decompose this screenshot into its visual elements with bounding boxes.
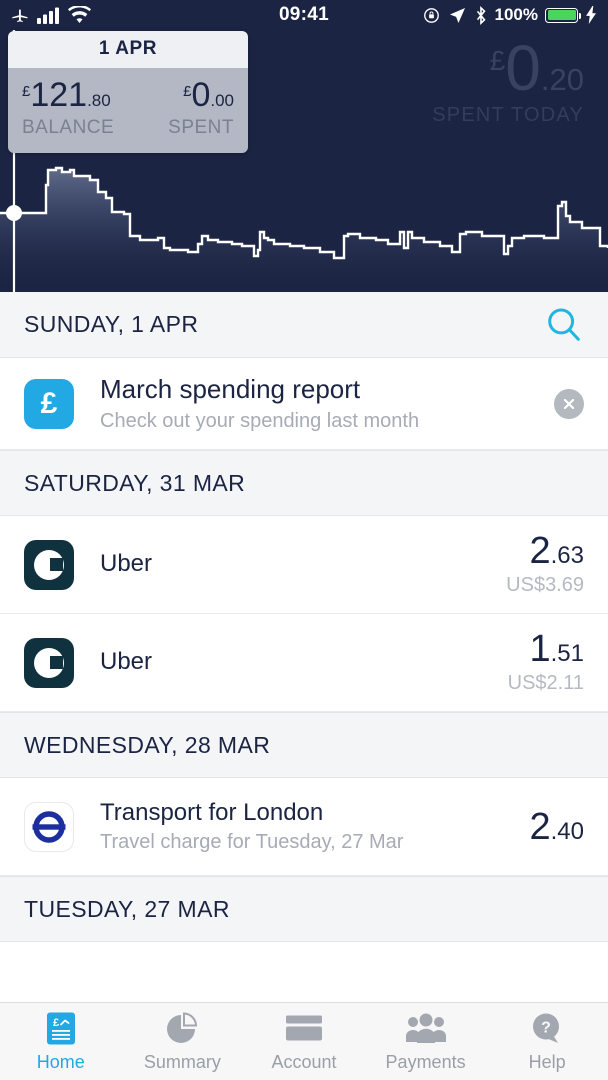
promo-row-march-report[interactable]: £ March spending report Check out your s… [0, 358, 608, 450]
tab-label: Home [36, 1052, 85, 1072]
svg-text:£: £ [53, 1017, 59, 1029]
balance-tooltip-card[interactable]: 1 APR £121.80 BALANCE £0.00 SPENT [8, 31, 248, 153]
transaction-body: Transport for London Travel charge for T… [100, 799, 517, 855]
amount-integer: 2 [529, 805, 551, 848]
tooltip-balance-col: £121.80 BALANCE [22, 78, 128, 139]
amount-foreign-currency: US$2.11 [507, 672, 584, 694]
tooltip-balance-integer: 121 [30, 76, 88, 114]
transaction-amount-block: 1.51 US$2.11 [496, 630, 584, 695]
pie-chart-icon [165, 1010, 199, 1048]
table-row-partial[interactable] [0, 942, 608, 974]
tab-payments[interactable]: Payments [365, 1003, 487, 1080]
tab-summary[interactable]: Summary [122, 1003, 244, 1080]
section-header-tuesday: TUESDAY, 27 MAR [0, 876, 608, 942]
tab-label: Payments [385, 1052, 466, 1072]
pound-badge-icon: £ [24, 378, 74, 429]
close-icon[interactable] [554, 388, 584, 419]
amount-integer: 2 [529, 530, 551, 572]
section-title: SATURDAY, 31 MAR [24, 469, 246, 496]
tab-help[interactable]: ? Help [486, 1003, 608, 1080]
battery-percent-label: 100% [494, 5, 538, 24]
transaction-merchant: Uber [100, 550, 153, 578]
app-screen: 09:41 100% £0.20 SPENT TODAY 1 APR £121.… [0, 0, 608, 1080]
promo-subtitle: Check out your spending last month [100, 409, 420, 432]
promo-title: March spending report [100, 374, 361, 405]
status-bar-right: 100% [422, 5, 598, 25]
search-icon[interactable] [544, 305, 584, 345]
tooltip-balance-decimal: .80 [87, 91, 111, 110]
amount-decimal: .63 [550, 542, 584, 569]
chart-marker-dot[interactable] [6, 205, 22, 221]
transaction-body: Uber [100, 648, 496, 677]
lightning-bolt-icon [585, 6, 598, 24]
svg-text:?: ? [541, 1020, 551, 1037]
tooltip-date: 1 APR [8, 31, 248, 68]
people-icon [405, 1010, 447, 1048]
battery-icon [545, 7, 581, 23]
amount-decimal: .51 [550, 640, 584, 667]
tooltip-spent-col: £0.00 SPENT [128, 78, 234, 139]
transaction-amount: 2.63 [506, 532, 584, 570]
tooltip-spent-decimal: .00 [210, 91, 234, 110]
uber-icon [24, 637, 74, 688]
pound-badge-shape: £ [24, 378, 74, 429]
table-row[interactable]: Uber 1.51 US$2.11 [0, 614, 608, 712]
tab-home[interactable]: £ Home [0, 1003, 122, 1080]
balance-header: 09:41 100% £0.20 SPENT TODAY 1 APR £121.… [0, 0, 608, 292]
table-row[interactable]: Uber 2.63 US$3.69 [0, 516, 608, 614]
tab-label: Summary [143, 1052, 221, 1072]
uber-logo-shape [24, 637, 74, 688]
transaction-amount: 1.51 [508, 630, 584, 668]
tooltip-body: £121.80 BALANCE £0.00 SPENT [8, 68, 248, 153]
home-statement-icon: £ [44, 1010, 78, 1048]
amount-integer: 1 [529, 628, 551, 670]
rotation-lock-icon [422, 6, 441, 25]
tfl-roundel-icon [24, 801, 74, 852]
uber-logo-shape [24, 539, 74, 590]
transaction-amount-block: 2.40 [517, 808, 584, 846]
chart-area-fill [0, 168, 608, 292]
table-row[interactable]: Transport for London Travel charge for T… [0, 778, 608, 876]
transaction-body: Uber [100, 550, 494, 579]
tooltip-balance-label: BALANCE [22, 117, 115, 138]
amount-decimal: .40 [550, 817, 584, 845]
transaction-description: Travel charge for Tuesday, 27 Mar [100, 831, 404, 854]
question-bubble-icon: ? [529, 1010, 565, 1048]
tab-label: Help [528, 1052, 566, 1072]
tfl-roundel-svg [32, 810, 66, 843]
uber-icon [24, 539, 74, 590]
card-icon [285, 1010, 323, 1048]
section-header-wednesday: WEDNESDAY, 28 MAR [0, 712, 608, 778]
transaction-merchant: Uber [100, 648, 153, 676]
section-header-sunday: SUNDAY, 1 APR [0, 292, 608, 358]
tab-account[interactable]: Account [243, 1003, 365, 1080]
status-bar: 09:41 100% [0, 0, 608, 30]
section-title: WEDNESDAY, 28 MAR [24, 731, 271, 758]
tooltip-spent-label: SPENT [168, 117, 234, 138]
transaction-list[interactable]: SUNDAY, 1 APR £ March spending report Ch… [0, 292, 608, 1002]
tooltip-spent-amount: £0.00 [128, 78, 234, 112]
tab-bar[interactable]: £ Home Summary Account Payments ? Help [0, 1002, 608, 1080]
section-title: SUNDAY, 1 APR [24, 311, 199, 337]
transaction-amount: 2.40 [529, 808, 584, 846]
tooltip-balance-amount: £121.80 [22, 78, 128, 112]
transaction-amount-block: 2.63 US$3.69 [494, 532, 584, 597]
amount-foreign-currency: US$3.69 [506, 574, 584, 596]
section-header-saturday: SATURDAY, 31 MAR [0, 450, 608, 516]
bluetooth-icon [474, 5, 488, 25]
tab-label: Account [271, 1052, 337, 1072]
location-arrow-icon [448, 6, 467, 25]
tooltip-spent-integer: 0 [191, 76, 211, 114]
tfl-roundel-shape [24, 801, 74, 852]
transaction-merchant: Transport for London [100, 798, 324, 826]
section-title: TUESDAY, 27 MAR [24, 895, 230, 922]
promo-body: March spending report Check out your spe… [100, 374, 554, 432]
